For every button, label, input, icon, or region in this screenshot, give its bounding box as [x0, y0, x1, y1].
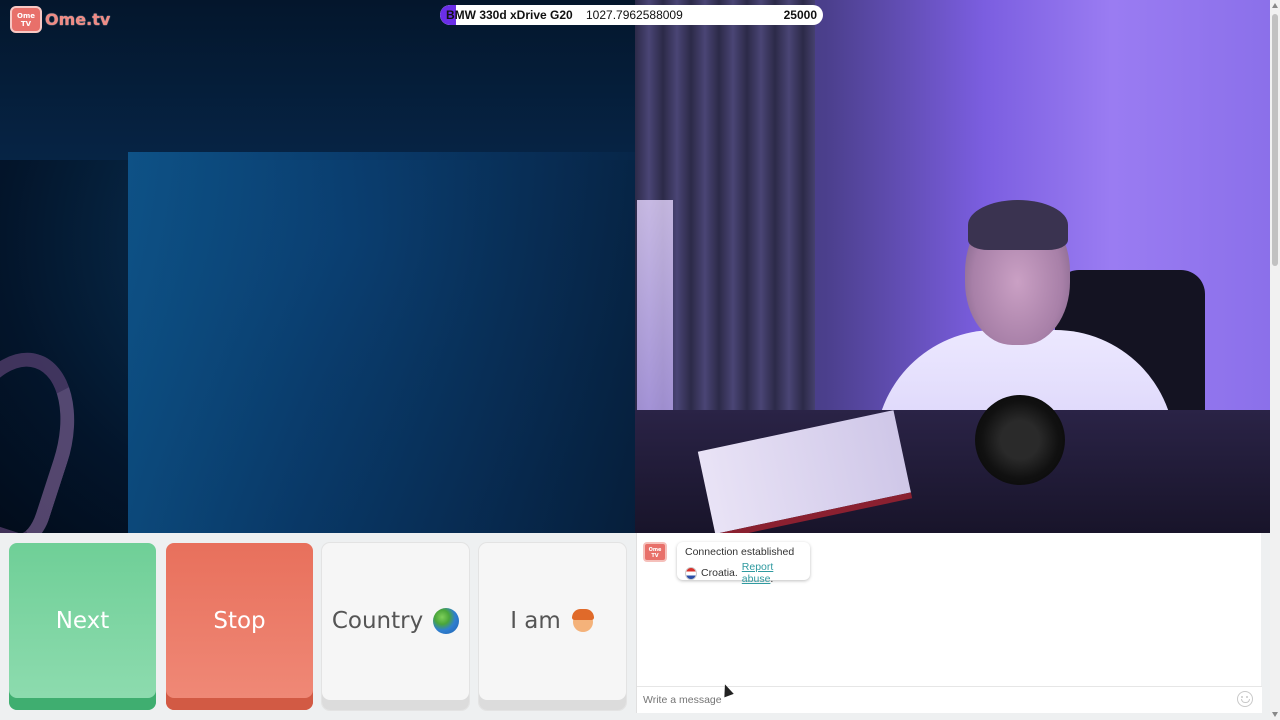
progress-pill: BMW 330d xDrive G20 1027.7962588009 2500… — [440, 5, 823, 25]
tv-logo-icon: Ome TV — [10, 6, 42, 33]
globe-icon — [433, 607, 460, 634]
stop-button[interactable]: Stop — [166, 543, 313, 710]
ometv-logo[interactable]: Ome TV Ome.tv — [10, 6, 110, 33]
report-abuse-link[interactable]: Report abuse — [742, 561, 774, 585]
scrollbar-thumb[interactable] — [1272, 14, 1278, 266]
video-person-hair — [968, 200, 1068, 250]
system-message-bubble: Connection established Croatia. Report a… — [677, 542, 810, 585]
country-button-label: Country — [331, 607, 424, 634]
country-name: Croatia. — [701, 567, 738, 579]
next-button-label: Next — [55, 607, 110, 634]
self-video — [635, 0, 1270, 533]
connection-status-text: Connection established — [685, 546, 795, 558]
i-am-button[interactable]: I am — [479, 543, 626, 710]
stop-button-label: Stop — [213, 607, 266, 634]
page-scrollbar[interactable] — [1270, 0, 1280, 720]
croatia-flag-icon — [685, 566, 698, 580]
report-suffix: . — [770, 573, 774, 585]
video-microphone — [975, 395, 1065, 485]
video-wall — [128, 152, 635, 533]
country-line: Croatia. Report abuse. — [685, 561, 802, 585]
tv-avatar-icon: Ome TV — [643, 542, 667, 562]
video-chair — [0, 336, 97, 533]
app-root: Ome TV Ome.tv BMW 330d xDrive G20 1027.7… — [0, 0, 1280, 720]
country-button[interactable]: Country — [322, 543, 469, 710]
stranger-video — [0, 0, 635, 533]
progress-car-name: BMW 330d xDrive G20 — [446, 8, 573, 22]
scroll-up-arrow-icon[interactable] — [1272, 3, 1278, 8]
scroll-down-arrow-icon[interactable] — [1272, 712, 1278, 717]
i-am-button-label: I am — [510, 607, 561, 634]
control-buttons: Next Stop Country I am — [0, 533, 635, 720]
progress-current-value: 1027.7962588009 — [586, 8, 683, 22]
person-icon — [571, 608, 595, 634]
next-button[interactable]: Next — [9, 543, 156, 710]
person-icon-hair — [571, 608, 594, 620]
logo-text: Ome.tv — [45, 10, 111, 29]
progress-target-value: 25000 — [783, 8, 817, 22]
video-lamp — [637, 200, 673, 420]
emoji-icon[interactable] — [1237, 691, 1253, 707]
